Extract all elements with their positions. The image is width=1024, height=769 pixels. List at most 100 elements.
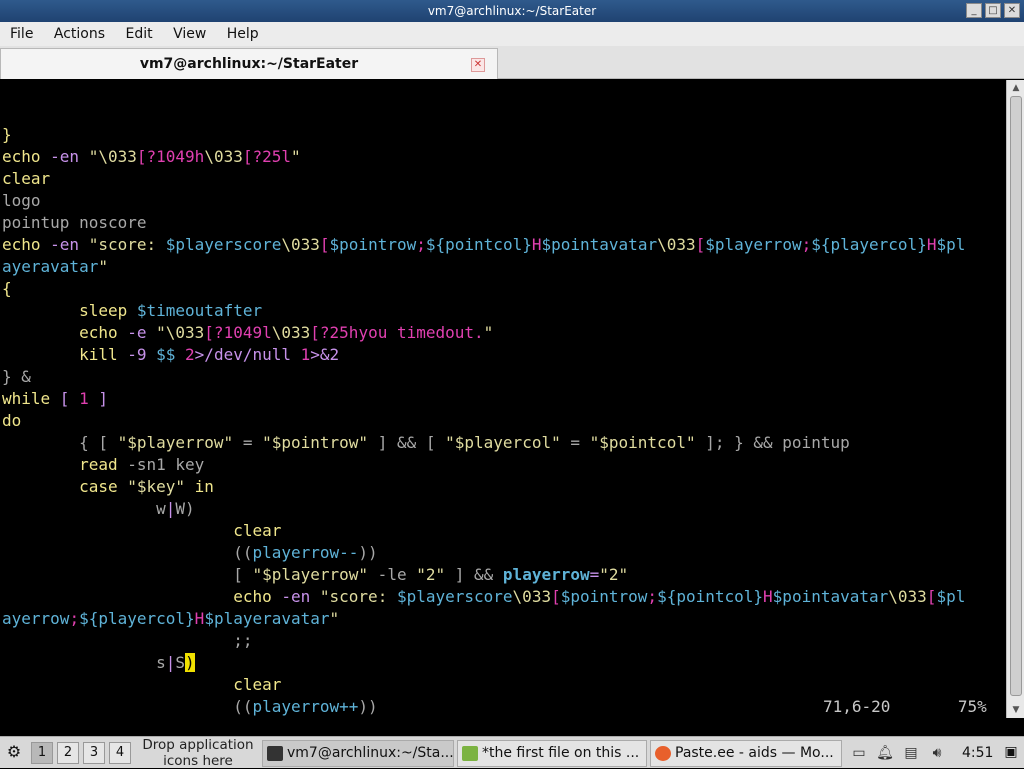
task-terminal[interactable]: vm7@archlinux:~/Sta... xyxy=(262,740,454,767)
code-token: (( xyxy=(233,697,253,716)
code-token: -en xyxy=(40,235,89,254)
menu-help[interactable]: Help xyxy=(219,22,267,46)
code-token: ayerrow xyxy=(2,609,70,628)
show-desktop-icon[interactable]: ▣ xyxy=(1002,743,1020,761)
menu-view[interactable]: View xyxy=(165,22,214,46)
window-title: vm7@archlinux:~/StarEater xyxy=(427,4,597,18)
code-token: -le xyxy=(368,565,417,584)
code-token: ] xyxy=(88,389,108,408)
maximize-button[interactable]: □ xyxy=(985,3,1001,18)
menu-edit[interactable]: Edit xyxy=(117,22,160,46)
code-token: "$key" xyxy=(117,477,195,496)
code-token: playerrow xyxy=(502,565,590,584)
cursor-position: 71,6-20 xyxy=(823,697,891,716)
code-token: $pointavatar xyxy=(541,235,658,254)
terminal-lines: } echo -en "\033[?1049h\033[?25l" clear log… xyxy=(2,124,1006,718)
scrollbar-thumb[interactable] xyxy=(1010,96,1022,696)
code-token: = xyxy=(589,565,600,584)
code-token: 1 xyxy=(300,345,311,364)
code-token: "score: xyxy=(319,587,397,606)
code-token: $playerscore xyxy=(165,235,282,254)
code-token: $$ xyxy=(156,345,186,364)
menu-actions[interactable]: Actions xyxy=(46,22,113,46)
terminal-line: { [ "$playerrow" = "$pointrow" ] && [ "$… xyxy=(2,432,1006,454)
scroll-down-icon[interactable]: ▼ xyxy=(1007,702,1024,718)
scroll-up-icon[interactable]: ▲ xyxy=(1007,80,1024,96)
code-token: you timedout. xyxy=(358,323,484,342)
system-tray: ▭ 🔔︎ ▤ 🔊︎ xyxy=(850,741,946,765)
code-token: "$pointrow" xyxy=(262,433,369,452)
terminal-tab[interactable]: vm7@archlinux:~/StarEater ✕ xyxy=(0,48,498,79)
terminal-line: sleep $timeoutafter xyxy=(2,300,1006,322)
code-token: $playerscore xyxy=(396,587,513,606)
workspace-2[interactable]: 2 xyxy=(57,742,79,764)
clipboard-icon[interactable]: ▤ xyxy=(902,744,920,762)
code-token: ${playercol} xyxy=(79,609,195,628)
code-token: 1 xyxy=(79,389,89,408)
code-token: ] && xyxy=(445,565,503,584)
code-token: $pointrow xyxy=(329,235,417,254)
code-token: ; xyxy=(647,587,658,606)
code-token: (( xyxy=(233,543,253,562)
terminal-line: ayerrow;${playercol}H$playeravatar" xyxy=(2,608,1006,630)
terminal-view[interactable]: } echo -en "\033[?1049h\033[?25l" clear log… xyxy=(0,80,1006,718)
code-token: " xyxy=(156,323,166,342)
code-token: ${playercol} xyxy=(811,235,927,254)
terminal-line: clear xyxy=(2,168,1006,190)
code-token: pointup noscore xyxy=(2,213,147,232)
code-token: logo xyxy=(2,191,41,210)
code-token: do xyxy=(2,411,22,430)
minimize-button[interactable]: _ xyxy=(966,3,982,18)
quicklaunch-drop-area[interactable]: Drop application icons here xyxy=(136,737,260,769)
code-token: ; xyxy=(416,235,426,254)
volume-icon[interactable]: 🔊︎ xyxy=(928,744,946,762)
code-token: \033 xyxy=(281,235,320,254)
terminal-line: ayeravatar" xyxy=(2,256,1006,278)
code-token: echo xyxy=(2,235,41,254)
code-token: "$playercol" xyxy=(445,433,561,452)
task-firefox[interactable]: Paste.ee - aids — Mo... xyxy=(650,740,842,767)
terminal-line: echo -en "score: $playerscore\033[$point… xyxy=(2,586,1006,608)
task-editor[interactable]: *the first file on this ... xyxy=(457,740,647,767)
code-token: [ xyxy=(50,389,80,408)
terminal-line: } xyxy=(2,124,1006,146)
terminal-line: echo -en "score: $playerscore\033[$point… xyxy=(2,234,1006,256)
notification-bell-icon[interactable]: 🔔︎ xyxy=(876,744,894,762)
tab-close-icon[interactable]: ✕ xyxy=(471,58,485,72)
code-token: " xyxy=(291,147,301,166)
close-window-button[interactable]: ✕ xyxy=(1004,3,1020,18)
app-menu-icon[interactable]: ⚙ xyxy=(3,741,25,763)
terminal-line: ;; xyxy=(2,630,1006,652)
code-token: = xyxy=(560,433,590,452)
vim-status: 71,6-20 75% xyxy=(823,696,987,718)
code-token: ] && [ xyxy=(368,433,446,452)
terminal-line: clear xyxy=(2,520,1006,542)
taskbar: ⚙ 1 2 3 4 Drop application icons here vm… xyxy=(0,736,1024,769)
code-token: \033 xyxy=(657,235,696,254)
menu-file[interactable]: File xyxy=(0,22,41,46)
window-titlebar[interactable]: vm7@archlinux:~/StarEater _ □ ✕ xyxy=(0,0,1024,22)
code-token: H xyxy=(926,235,937,254)
code-token: [ xyxy=(695,235,706,254)
code-token: ; xyxy=(801,235,812,254)
workspace-1[interactable]: 1 xyxy=(31,742,53,764)
code-token: " xyxy=(98,257,108,276)
menubar: File Actions Edit View Help xyxy=(0,22,1024,46)
code-token: read xyxy=(79,455,118,474)
workspace-4[interactable]: 4 xyxy=(109,742,131,764)
terminal-line: [ "$playerrow" -le "2" ] && playerrow="2… xyxy=(2,564,1006,586)
task-label: *the first file on this ... xyxy=(482,745,640,761)
code-token: >&2 xyxy=(310,345,340,364)
desktop-icon[interactable]: ▭ xyxy=(850,744,868,762)
code-token: ;; xyxy=(233,631,253,650)
code-token: while xyxy=(2,389,51,408)
workspace-3[interactable]: 3 xyxy=(83,742,105,764)
code-token: ${pointcol} xyxy=(657,587,764,606)
code-token: [ xyxy=(319,235,330,254)
terminal-scrollbar[interactable]: ▲ ▼ xyxy=(1006,80,1024,718)
clock[interactable]: 4:51 xyxy=(962,737,993,769)
